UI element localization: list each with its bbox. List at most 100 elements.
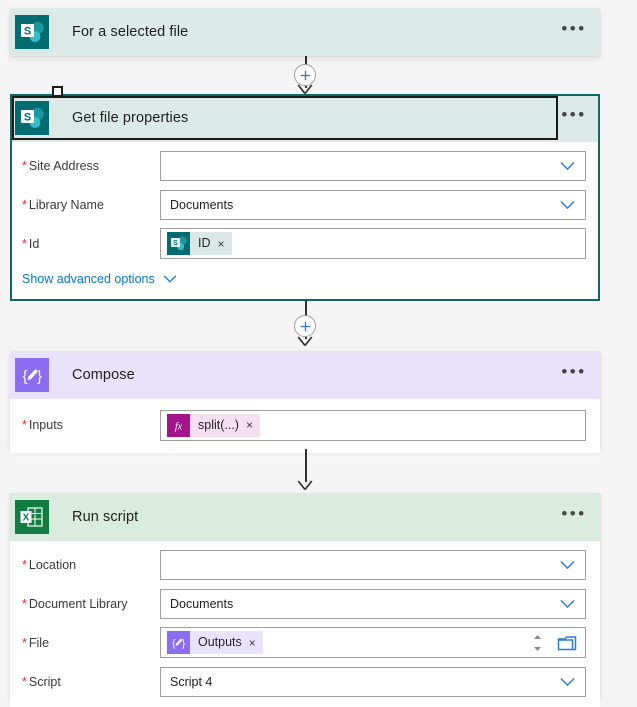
script-value: Script 4 [170, 674, 213, 689]
folder-picker-icon[interactable] [557, 634, 577, 651]
site-address-dropdown[interactable] [160, 150, 586, 181]
field-label-text: Script [28, 674, 61, 689]
sharepoint-token-icon: S [167, 232, 190, 255]
field-row-site-address: * Site Address [10, 146, 600, 185]
required-asterisk: * [22, 674, 27, 689]
chevron-down-icon [163, 275, 176, 283]
insert-step-button-2[interactable] [294, 315, 316, 337]
svg-text:S: S [24, 25, 31, 37]
card-title-get-file-properties: Get file properties [72, 110, 189, 126]
required-asterisk: * [22, 158, 27, 173]
show-advanced-options-link[interactable]: Show advanced options [22, 272, 155, 286]
sharepoint-token-icon-svg: S [167, 232, 190, 255]
card-menu-compose[interactable]: ••• [548, 363, 600, 383]
chevron-down-icon [560, 560, 575, 569]
connector-arrowhead [297, 480, 313, 490]
inputs-field[interactable]: fx split(...) × [160, 409, 586, 441]
svg-text:S: S [173, 238, 178, 247]
field-control-id: S ID × [160, 228, 586, 259]
flow-step-card-run-script[interactable]: X Run script ••• * Location * Document L… [10, 493, 600, 707]
excel-icon: X [10, 493, 54, 541]
card-header-get-file-properties[interactable]: S Get file properties ••• [10, 94, 600, 142]
token-body: split(...) × [190, 413, 260, 437]
compose-token-icon: { } [167, 631, 190, 654]
field-label-text: Library Name [28, 197, 104, 212]
required-asterisk: * [22, 236, 27, 251]
document-library-dropdown[interactable]: Documents [160, 588, 586, 619]
script-dropdown[interactable]: Script 4 [160, 666, 586, 697]
field-label-text: Location [28, 557, 77, 572]
flow-step-card-trigger[interactable]: S For a selected file ••• [10, 8, 600, 56]
required-asterisk: * [22, 596, 27, 611]
field-row-library-name: * Library Name Documents [10, 185, 600, 224]
token-body: Outputs × [190, 631, 263, 654]
token-remove-icon[interactable]: × [249, 637, 256, 649]
svg-text:fx: fx [175, 421, 183, 432]
field-label-location: * Location [22, 558, 160, 572]
token-label: split(...) [198, 417, 239, 432]
sharepoint-icon-svg: S [15, 15, 49, 49]
token-body: ID × [190, 232, 232, 255]
field-label-text: Id [28, 236, 40, 251]
spinner-up-icon[interactable] [533, 634, 542, 640]
card-header-trigger[interactable]: S For a selected file ••• [10, 8, 600, 56]
field-label-text: File [28, 635, 50, 650]
field-control-site-address [160, 150, 586, 181]
dynamic-content-token-outputs[interactable]: { } Outputs × [167, 631, 263, 654]
spinner-down-icon[interactable] [533, 646, 542, 652]
chevron-down-icon [560, 599, 575, 608]
field-control-inputs: fx split(...) × [160, 409, 586, 441]
library-name-dropdown[interactable]: Documents [160, 189, 586, 220]
field-control-script: Script 4 [160, 666, 586, 697]
connector-getfileproperties-to-compose [0, 301, 637, 351]
token-remove-icon[interactable]: × [246, 419, 253, 431]
compose-icon-svg: { } [15, 358, 49, 392]
token-remove-icon[interactable]: × [218, 238, 225, 250]
insert-step-button-1[interactable] [294, 64, 316, 86]
expression-token-split[interactable]: fx split(...) × [167, 413, 260, 437]
field-label-id: * Id [22, 237, 160, 251]
chevron-down-icon [560, 200, 575, 209]
required-asterisk: * [22, 418, 27, 432]
field-control-document-library: Documents [160, 588, 586, 619]
chevron-down-icon [560, 677, 575, 686]
card-body-compose: * Inputs fx split(...) × [10, 399, 600, 453]
field-label-script: * Script [22, 675, 160, 689]
token-label: Outputs [198, 635, 242, 650]
connector-line-lower [305, 86, 307, 88]
field-row-script: * Script Script 4 [10, 662, 600, 701]
field-label-library-name: * Library Name [22, 198, 160, 212]
svg-text:{: { [23, 368, 28, 385]
dynamic-content-token-id[interactable]: S ID × [167, 232, 232, 255]
document-library-value: Documents [170, 596, 234, 611]
field-label-text: Document Library [28, 596, 128, 611]
advanced-options-row[interactable]: Show advanced options [10, 263, 600, 297]
flow-designer-canvas: S For a selected file ••• S Get file pro… [0, 0, 637, 707]
flow-step-card-get-file-properties[interactable]: S Get file properties ••• * Site Address [10, 94, 600, 303]
card-title-trigger: For a selected file [72, 24, 189, 40]
card-header-compose[interactable]: { } Compose ••• [10, 351, 600, 399]
token-label: ID [198, 236, 211, 251]
svg-text:S: S [24, 111, 31, 123]
card-menu-run-script[interactable]: ••• [548, 505, 600, 525]
id-input[interactable]: S ID × [160, 228, 586, 259]
card-title-compose: Compose [72, 367, 135, 383]
svg-text:X: X [23, 512, 30, 523]
location-dropdown[interactable] [160, 549, 586, 580]
card-menu-trigger[interactable]: ••• [548, 20, 600, 40]
file-picker-input[interactable]: { } Outputs × [160, 627, 586, 658]
field-row-location: * Location [10, 545, 600, 584]
connector-line-lower [305, 337, 307, 339]
card-header-run-script[interactable]: X Run script ••• [10, 493, 600, 541]
spinner-updown-icon[interactable] [532, 634, 543, 652]
field-row-document-library: * Document Library Documents [10, 584, 600, 623]
field-label-text: Inputs [28, 418, 63, 432]
card-menu-get-file-properties[interactable]: ••• [548, 106, 600, 126]
plus-icon [300, 321, 310, 331]
sharepoint-icon-svg: S [15, 101, 49, 135]
flow-step-card-compose[interactable]: { } Compose ••• * Inputs fx split(...) × [10, 351, 600, 453]
excel-icon-svg: X [15, 500, 49, 534]
field-control-file: { } Outputs × [160, 627, 586, 658]
connector-compose-to-runscript [0, 449, 637, 493]
field-label-document-library: * Document Library [22, 597, 160, 611]
